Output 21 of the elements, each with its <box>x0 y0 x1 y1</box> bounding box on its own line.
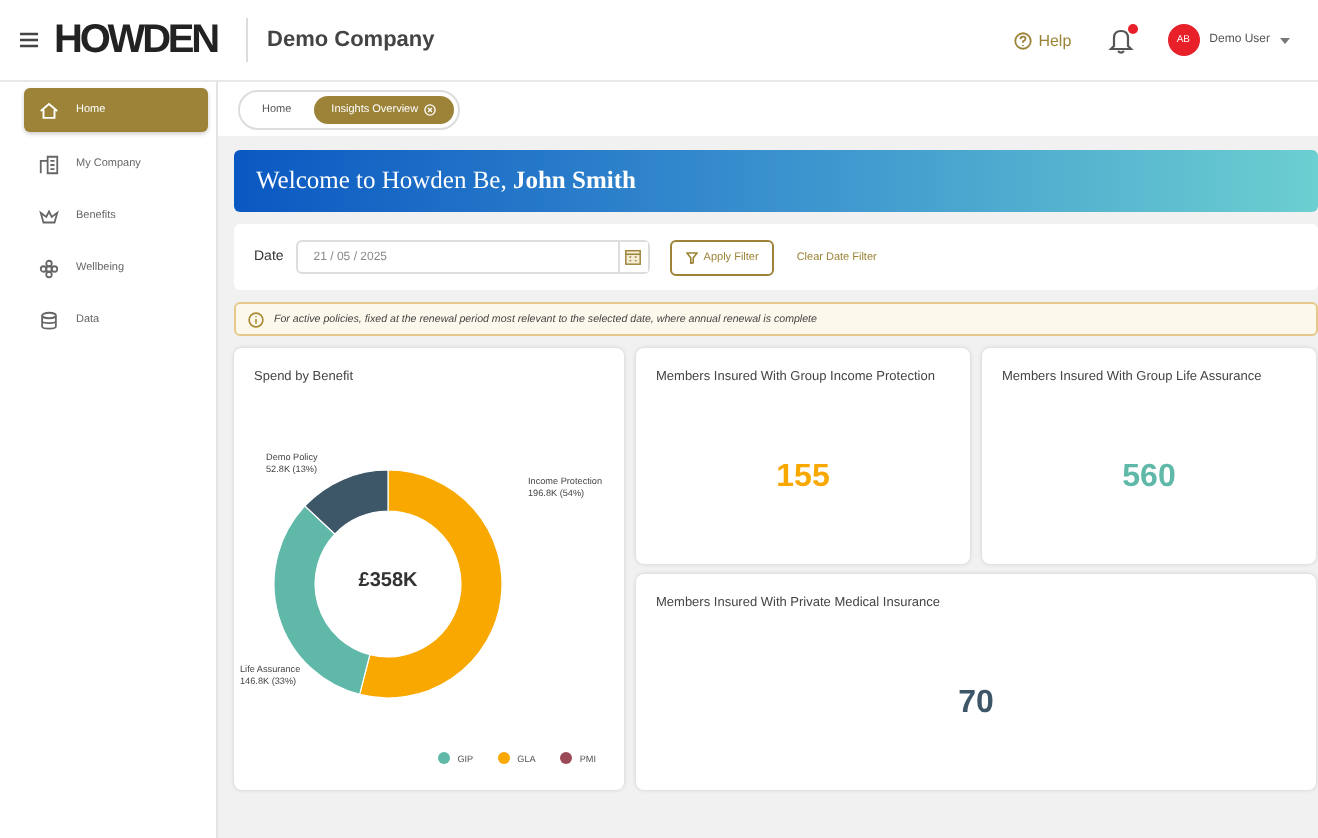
help-link[interactable]: Help <box>1014 31 1072 49</box>
total-amount: £358K <box>356 570 420 592</box>
help-icon <box>1014 31 1033 49</box>
welcome-text: Welcome to Howden Be, John Smith <box>256 166 636 196</box>
info-icon <box>248 311 264 327</box>
stat-value: 560 <box>1122 460 1176 496</box>
calendar-button[interactable] <box>617 242 648 272</box>
stat-value: 155 <box>776 460 830 496</box>
caret-icon <box>1280 37 1290 43</box>
bell-icon[interactable] <box>1107 26 1134 54</box>
home-icon <box>38 99 60 121</box>
close-icon[interactable] <box>424 103 437 115</box>
calendar-icon <box>624 248 643 266</box>
logo: HOWDEN <box>54 18 220 62</box>
company-name: Demo Company <box>267 28 435 52</box>
stat-value: 70 <box>958 686 994 722</box>
flower-icon <box>38 257 60 279</box>
filter-icon <box>685 251 698 263</box>
building-icon <box>38 153 60 175</box>
database-icon <box>38 309 60 331</box>
menu-icon[interactable] <box>20 32 38 48</box>
